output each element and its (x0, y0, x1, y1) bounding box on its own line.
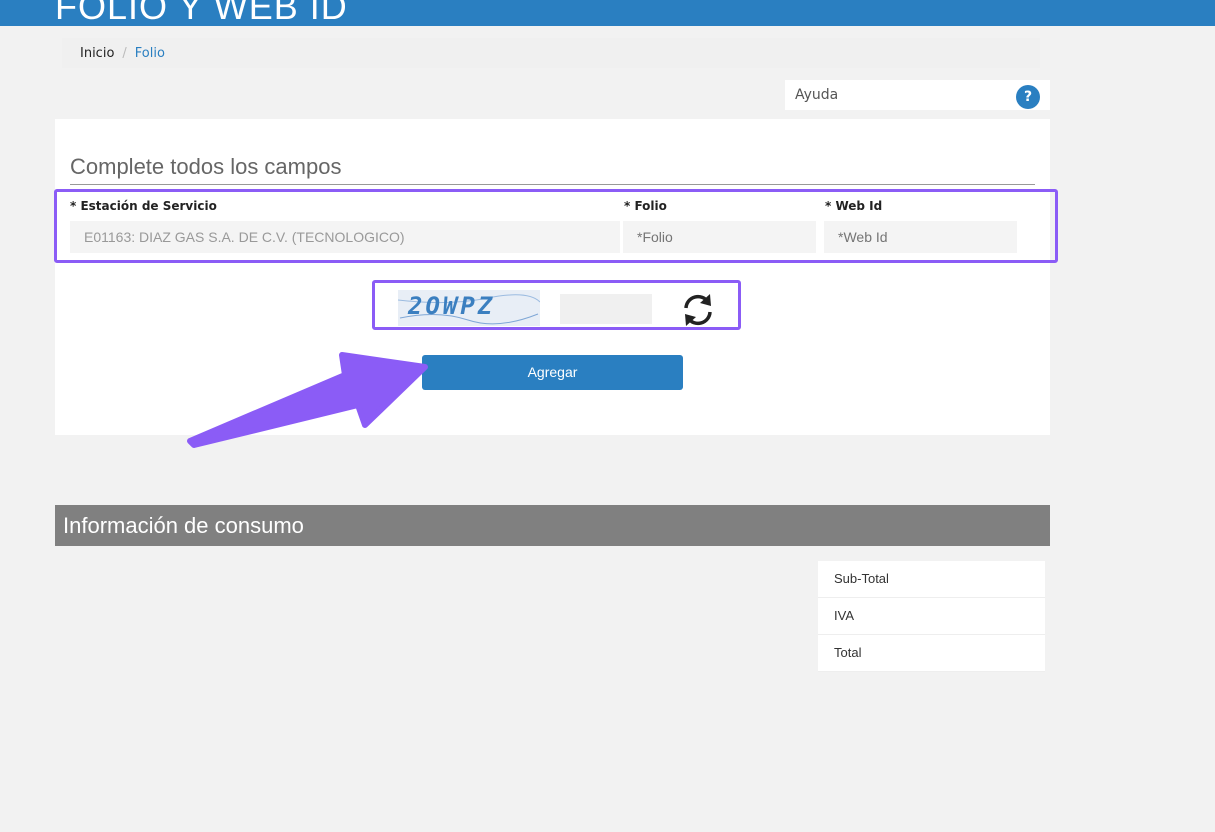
form-title: Complete todos los campos (70, 154, 1035, 185)
breadcrumb-current: Folio (134, 46, 165, 61)
subtotal-row: Sub-Total (818, 561, 1045, 598)
help-question-icon[interactable]: ? (1016, 85, 1040, 109)
consumption-info-header: Información de consumo (55, 505, 1050, 546)
folio-label: * Folio (624, 199, 667, 213)
webid-label: * Web Id (825, 199, 883, 213)
total-row: Total (818, 635, 1045, 672)
captcha-image: 2OWPZ (398, 290, 540, 326)
pointer-arrow-icon (187, 352, 428, 448)
breadcrumb-home-link[interactable]: Inicio (80, 46, 114, 61)
folio-input[interactable] (623, 221, 816, 253)
iva-row: IVA (818, 598, 1045, 635)
captcha-input[interactable] (560, 294, 652, 324)
totals-table: Sub-Total IVA Total (818, 561, 1045, 672)
help-label: Ayuda (795, 87, 839, 103)
refresh-captcha-icon[interactable] (680, 292, 716, 328)
add-button[interactable]: Agregar (422, 355, 683, 390)
station-label: * Estación de Servicio (70, 199, 217, 213)
breadcrumb: Inicio / Folio (62, 38, 1040, 68)
help-bar[interactable]: Ayuda ? (785, 80, 1050, 110)
station-field[interactable] (70, 221, 620, 253)
captcha-text: 2OWPZ (408, 292, 496, 320)
webid-input[interactable] (824, 221, 1017, 253)
top-header-bar: FOLIO Y WEB ID (0, 0, 1215, 26)
breadcrumb-separator: / (122, 46, 127, 61)
page-title: FOLIO Y WEB ID (55, 0, 348, 26)
